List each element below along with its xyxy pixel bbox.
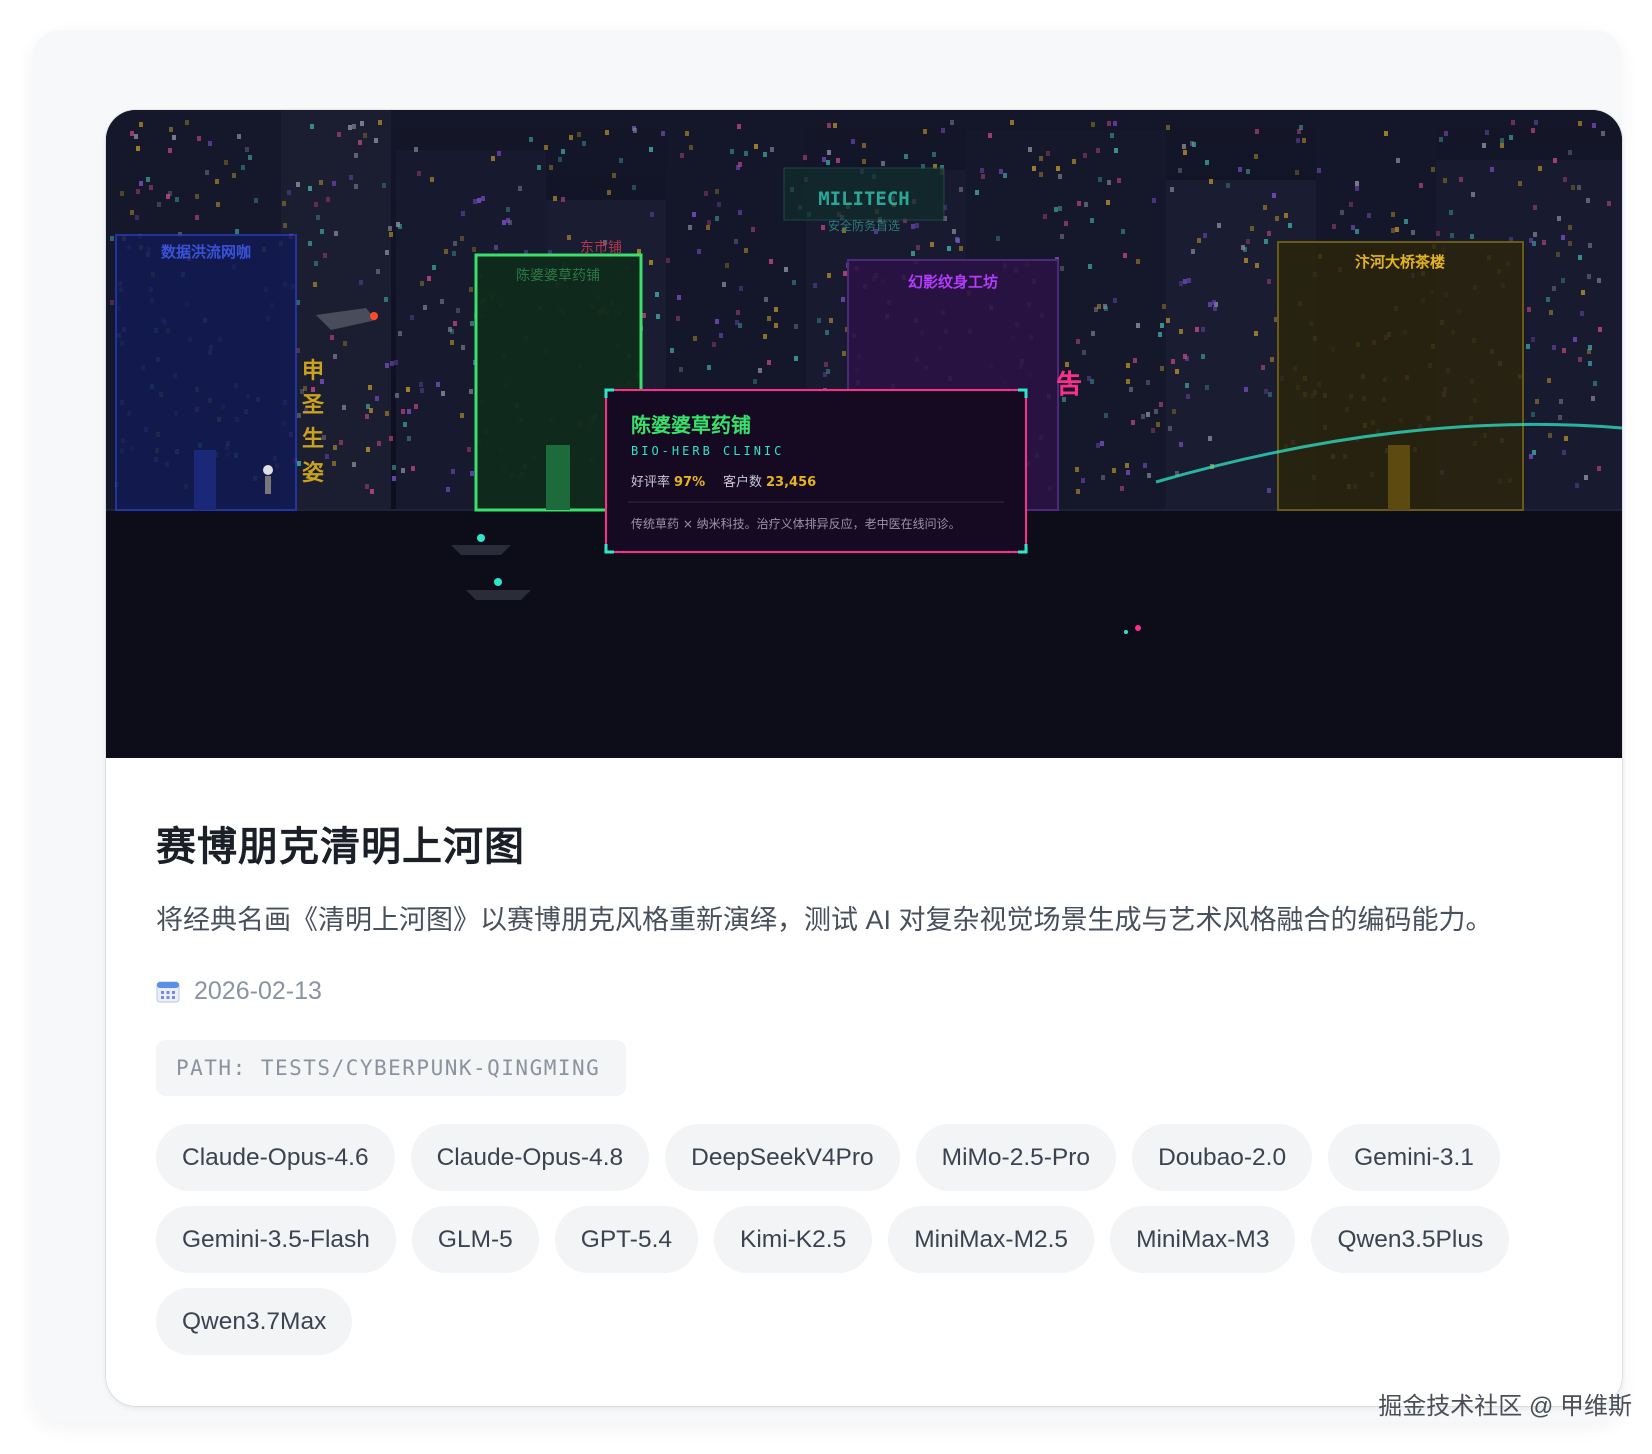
- hero-image: 数据洪流网咖 申 圣 生 姿 陈婆婆草药铺 东市铺 MILITECH 安全防务首…: [106, 110, 1622, 758]
- svg-text:陈婆婆草药铺: 陈婆婆草药铺: [516, 267, 600, 284]
- model-tag[interactable]: Claude-Opus-4.8: [410, 1124, 650, 1191]
- net-cafe-sign: 数据洪流网咖: [161, 243, 251, 261]
- svg-text:东市铺: 东市铺: [580, 239, 622, 256]
- shop-info-popup[interactable]: 陈婆婆草药铺 BIO-HERB CLINIC 好评率 97% 客户数 23,45…: [604, 388, 1028, 554]
- rating-value: 97%: [674, 475, 705, 490]
- svg-text:幻影纹身工坊: 幻影纹身工坊: [908, 273, 998, 291]
- svg-text:安全防务首选: 安全防务首选: [828, 218, 900, 233]
- date-row: 2026-02-13: [156, 976, 322, 1006]
- model-tag[interactable]: GLM-5: [411, 1206, 539, 1273]
- calendar-icon: [156, 981, 180, 1003]
- model-tag[interactable]: MiniMax-M3: [1110, 1206, 1296, 1273]
- svg-text:圣: 圣: [302, 393, 325, 418]
- page-frame: 数据洪流网咖 申 圣 生 姿 陈婆婆草药铺 东市铺 MILITECH 安全防务首…: [32, 30, 1622, 1422]
- svg-text:MILITECH: MILITECH: [818, 188, 910, 210]
- date-text: 2026-02-13: [194, 976, 322, 1005]
- watermark: 掘金技术社区 @ 甲维斯: [1378, 1393, 1632, 1420]
- model-tag[interactable]: Qwen3.7Max: [156, 1288, 353, 1355]
- card-title: 赛博朋克清明上河图: [156, 825, 525, 869]
- model-tag[interactable]: Qwen3.5Plus: [1311, 1206, 1510, 1273]
- model-tag[interactable]: DeepSeekV4Pro: [665, 1124, 900, 1191]
- model-tags: Claude-Opus-4.6 Claude-Opus-4.8 DeepSeekV4…: [156, 1124, 1596, 1355]
- path-badge: PATH: TESTS/CYBERPUNK-QINGMING: [156, 1040, 626, 1096]
- customers-value: 23,456: [766, 475, 816, 490]
- svg-text:生: 生: [302, 427, 324, 452]
- svg-text:汴河大桥茶楼: 汴河大桥茶楼: [1355, 253, 1445, 271]
- model-tag[interactable]: Kimi-K2.5: [714, 1206, 873, 1273]
- popup-subtitle: BIO-HERB CLINIC: [631, 444, 784, 458]
- rating-label: 好评率: [631, 474, 670, 490]
- model-tag[interactable]: Doubao-2.0: [1132, 1124, 1313, 1191]
- customers-label: 客户数: [723, 474, 762, 490]
- model-tag[interactable]: Gemini-3.5-Flash: [156, 1206, 396, 1273]
- popup-description: 传统草药 × 纳米科技。治疗义体排异反应，老中医在线问诊。: [631, 516, 961, 531]
- card-description: 将经典名画《清明上河图》以赛博朋克风格重新演绎，测试 AI 对复杂视觉场景生成与…: [156, 905, 1493, 935]
- model-tag[interactable]: MiMo-2.5-Pro: [915, 1124, 1117, 1191]
- project-card[interactable]: 数据洪流网咖 申 圣 生 姿 陈婆婆草药铺 东市铺 MILITECH 安全防务首…: [106, 110, 1622, 1406]
- popup-title: 陈婆婆草药铺: [631, 413, 751, 437]
- svg-text:申: 申: [302, 359, 324, 384]
- model-tag[interactable]: MiniMax-M2.5: [888, 1206, 1095, 1273]
- svg-text:姿: 姿: [302, 460, 324, 486]
- ad-sign: 告: [1056, 370, 1082, 400]
- model-tag[interactable]: GPT-5.4: [554, 1206, 699, 1273]
- model-tag[interactable]: Gemini-3.1: [1328, 1124, 1500, 1191]
- tea-house-building: 汴河大桥茶楼: [1277, 241, 1524, 511]
- model-tag[interactable]: Claude-Opus-4.6: [156, 1124, 395, 1191]
- cyberpunk-city-scene: 数据洪流网咖 申 圣 生 姿 陈婆婆草药铺 东市铺 MILITECH 安全防务首…: [106, 110, 1622, 758]
